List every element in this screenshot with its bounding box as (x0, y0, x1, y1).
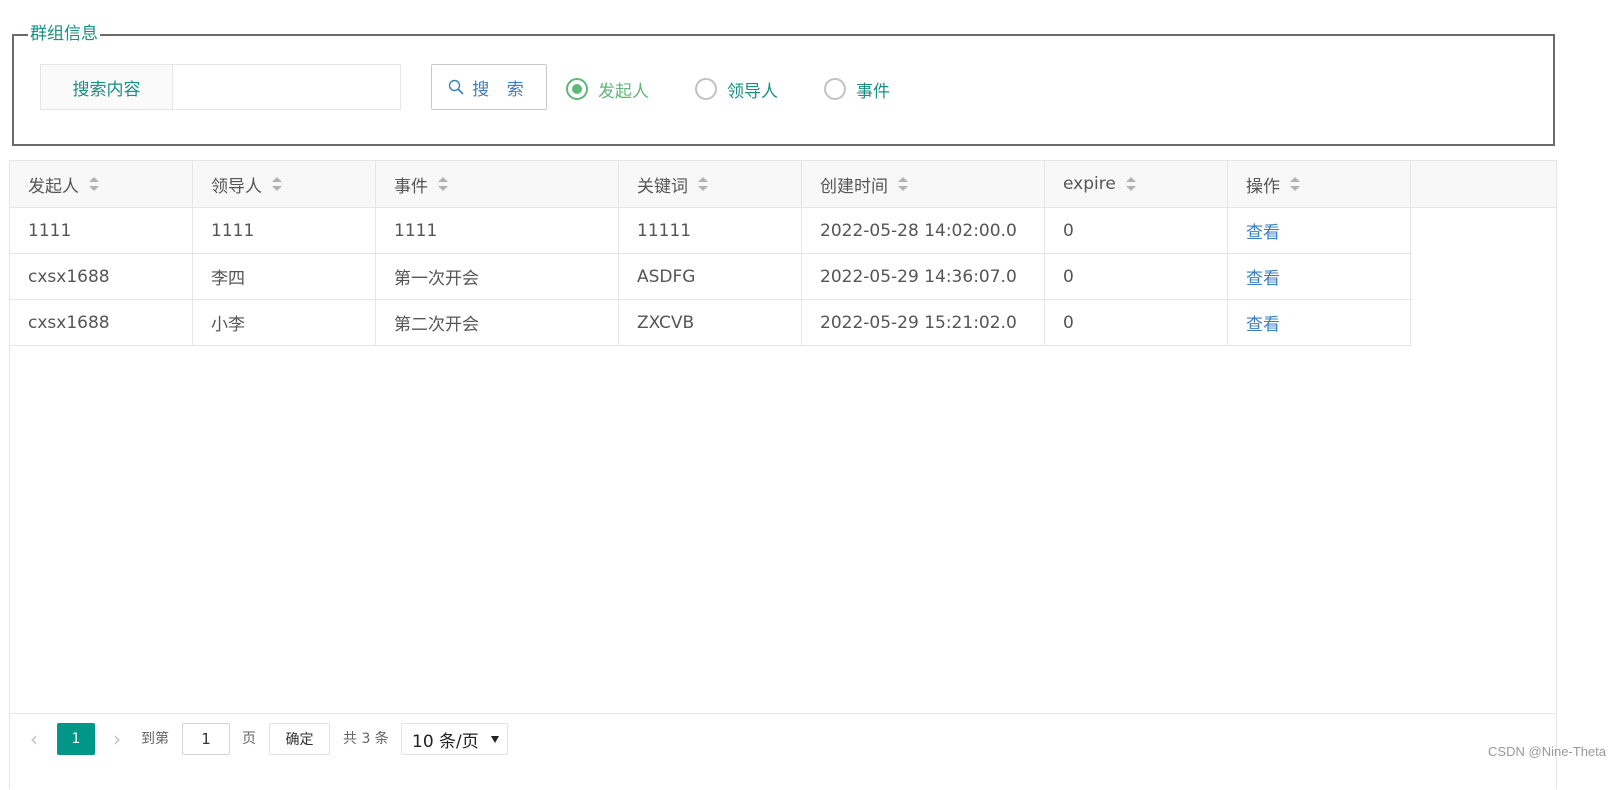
goto-label: 到第 (141, 731, 169, 747)
view-link[interactable]: 查看 (1246, 218, 1280, 243)
search-button-label: 搜 索 (472, 79, 530, 100)
group-info-legend: 群组信息 (28, 24, 100, 44)
group-info-fieldset: 群组信息 搜索内容 搜 索 发起人 领导人 事件 (12, 24, 1555, 146)
watermark: CSDN @Nine-Theta (1488, 744, 1606, 759)
page-size-value: 10 条/页 (412, 731, 479, 752)
search-button[interactable]: 搜 索 (431, 64, 547, 110)
search-input[interactable] (173, 65, 400, 109)
radio-checked-icon (566, 78, 588, 100)
search-field-group: 搜索内容 (40, 64, 401, 110)
table-row: 1111 1111 1111 11111 2022-05-28 14:02:00… (10, 208, 1412, 254)
radio-event[interactable]: 事件 (824, 76, 890, 102)
data-table: 发起人 领导人 事件 关键词 创建时间 expire 操作 1111 1111 … (9, 160, 1557, 789)
column-header-created-time[interactable]: 创建时间 (802, 161, 1045, 207)
column-header-filler (1411, 161, 1556, 207)
cell-created-time: 2022-05-29 14:36:07.0 (802, 254, 1045, 299)
current-page-button[interactable]: 1 (57, 723, 95, 755)
goto-page-input[interactable] (182, 723, 230, 755)
cell-leader: 小李 (193, 300, 376, 345)
cell-action: 查看 (1228, 208, 1411, 253)
prev-page-icon[interactable]: ‹ (24, 727, 44, 751)
pagination: ‹ 1 › 到第 页 确定 共 3 条 10 条/页 (10, 713, 1556, 790)
radio-leader[interactable]: 领导人 (695, 76, 778, 102)
sort-icon[interactable] (1125, 177, 1136, 191)
cell-created-time: 2022-05-28 14:02:00.0 (802, 208, 1045, 253)
radio-label: 领导人 (727, 81, 778, 102)
sort-icon[interactable] (272, 177, 282, 191)
column-header-event[interactable]: 事件 (376, 161, 619, 207)
column-header-keyword[interactable]: 关键词 (619, 161, 802, 207)
cell-initiator: cxsx1688 (10, 254, 193, 299)
sort-icon[interactable] (898, 177, 908, 191)
cell-keyword: 11111 (619, 208, 802, 253)
dropdown-caret-icon (491, 736, 499, 743)
column-header-initiator[interactable]: 发起人 (10, 161, 193, 207)
cell-event: 1111 (376, 208, 619, 253)
cell-initiator: 1111 (10, 208, 193, 253)
cell-created-time: 2022-05-29 15:21:02.0 (802, 300, 1045, 345)
next-page-icon[interactable]: › (107, 727, 127, 751)
table-body: 1111 1111 1111 11111 2022-05-28 14:02:00… (10, 208, 1412, 346)
cell-keyword: ASDFG (619, 254, 802, 299)
cell-keyword: ZXCVB (619, 300, 802, 345)
radio-label: 事件 (856, 81, 890, 102)
column-header-leader[interactable]: 领导人 (193, 161, 376, 207)
table-header: 发起人 领导人 事件 关键词 创建时间 expire 操作 (10, 161, 1556, 208)
page-size-select[interactable]: 10 条/页 (401, 723, 508, 755)
cell-event: 第一次开会 (376, 254, 619, 299)
cell-expire: 0 (1045, 300, 1228, 345)
column-header-action[interactable]: 操作 (1228, 161, 1411, 207)
cell-leader: 1111 (193, 208, 376, 253)
cell-leader: 李四 (193, 254, 376, 299)
radio-unchecked-icon (824, 78, 846, 100)
radio-unchecked-icon (695, 78, 717, 100)
sort-icon[interactable] (89, 177, 99, 191)
column-header-expire[interactable]: expire (1045, 161, 1228, 207)
table-row: cxsx1688 李四 第一次开会 ASDFG 2022-05-29 14:36… (10, 254, 1412, 300)
cell-initiator: cxsx1688 (10, 300, 193, 345)
cell-expire: 0 (1045, 254, 1228, 299)
search-icon (448, 79, 464, 95)
cell-action: 查看 (1228, 254, 1411, 299)
page-unit-label: 页 (242, 731, 256, 747)
sort-icon[interactable] (1290, 177, 1300, 191)
radio-label: 发起人 (598, 81, 649, 102)
cell-expire: 0 (1045, 208, 1228, 253)
table-row: cxsx1688 小李 第二次开会 ZXCVB 2022-05-29 15:21… (10, 300, 1412, 346)
sort-icon[interactable] (438, 177, 448, 191)
cell-action: 查看 (1228, 300, 1411, 345)
total-count: 共 3 条 (343, 731, 389, 747)
cell-event: 第二次开会 (376, 300, 619, 345)
view-link[interactable]: 查看 (1246, 264, 1280, 289)
goto-confirm-button[interactable]: 确定 (269, 723, 330, 755)
view-link[interactable]: 查看 (1246, 310, 1280, 335)
search-label: 搜索内容 (41, 65, 173, 109)
radio-initiator[interactable]: 发起人 (566, 76, 649, 102)
sort-icon[interactable] (698, 177, 708, 191)
